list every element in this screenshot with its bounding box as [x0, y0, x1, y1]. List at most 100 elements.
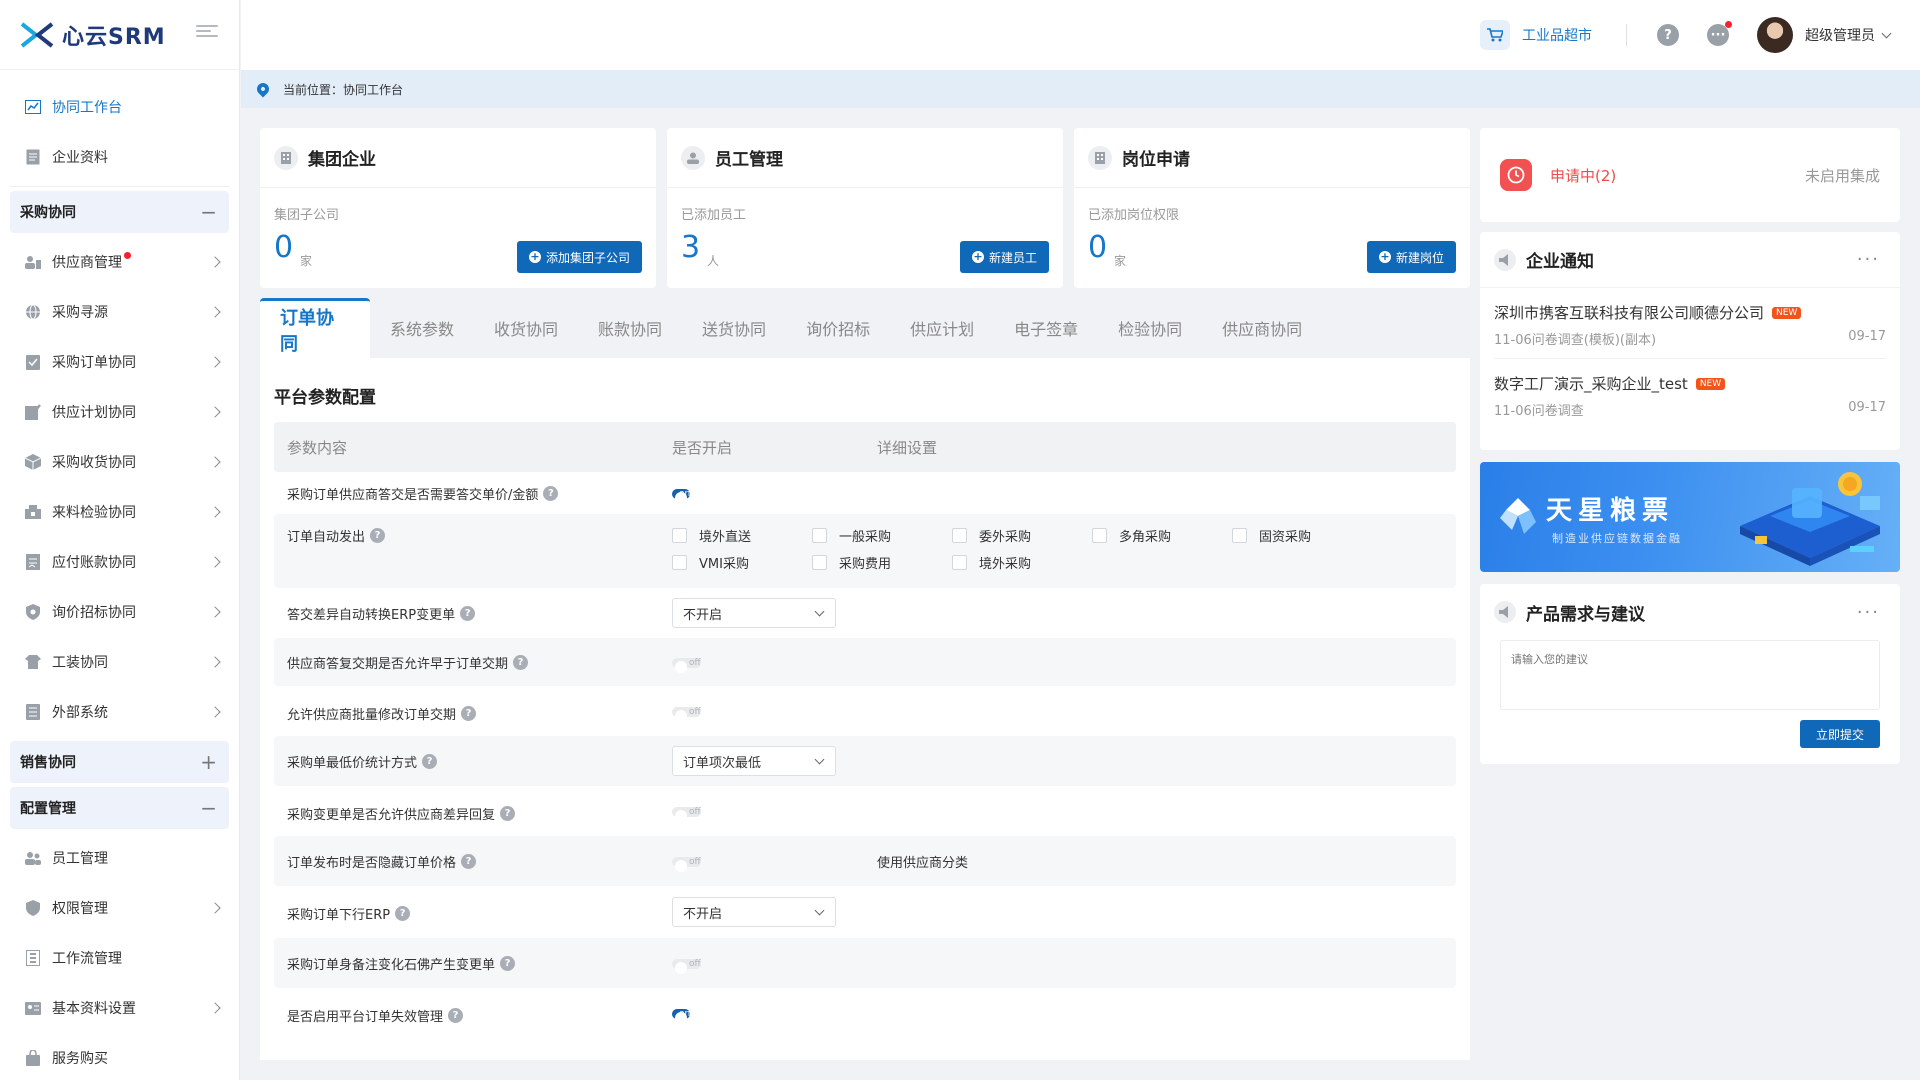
sidebar-item-supplier-management[interactable]: 供应商管理: [0, 237, 239, 287]
add-subsidiary-button[interactable]: + 添加集团子公司: [516, 241, 642, 273]
toggle-switch[interactable]: on: [672, 1009, 691, 1019]
toggle-switch[interactable]: off: [672, 807, 701, 817]
checkbox[interactable]: [952, 555, 967, 570]
checkbox-label: 采购费用: [839, 557, 892, 572]
checkbox[interactable]: [812, 528, 827, 543]
checkbox[interactable]: [812, 555, 827, 570]
tab-accounts[interactable]: 账款协同: [578, 298, 682, 358]
order-erp-select[interactable]: 不开启: [672, 897, 836, 927]
table-row: 采购订单身备注变化石佛产生变更单? off: [274, 938, 1456, 988]
tab-order-collab[interactable]: 订单协同: [260, 298, 370, 358]
param-label: 供应商答复交期是否允许早于订单交期: [287, 657, 509, 672]
sidebar-item-tooling[interactable]: 工装协同: [0, 637, 239, 687]
tab-e-signature[interactable]: 电子签章: [994, 298, 1098, 358]
erp-change-select[interactable]: 不开启: [672, 598, 836, 628]
checkbox-label: 委外采购: [979, 530, 1032, 545]
tab-supply-plan[interactable]: 供应计划: [890, 298, 994, 358]
sidebar-item-receiving[interactable]: 采购收货协同: [0, 437, 239, 487]
avatar[interactable]: [1757, 17, 1793, 53]
checkbox-vmi[interactable]: VMI采购: [672, 553, 812, 572]
checkbox-multi-angle[interactable]: 多角采购: [1092, 526, 1232, 545]
tab-supplier[interactable]: 供应商协同: [1202, 298, 1322, 358]
sidebar-item-label: 应付账款协同: [52, 555, 136, 571]
lowest-price-method-select[interactable]: 订单项次最低: [672, 746, 836, 776]
checkbox-general[interactable]: 一般采购: [812, 526, 952, 545]
checkbox-overseas[interactable]: 境外采购: [952, 553, 1092, 572]
toggle-switch[interactable]: off: [672, 857, 701, 867]
checkbox[interactable]: [672, 555, 687, 570]
detail-supplier-category[interactable]: 使用供应商分类: [877, 852, 968, 871]
group-sales-collab[interactable]: 销售协同 +: [10, 741, 229, 783]
help-icon[interactable]: ?: [395, 906, 411, 921]
sidebar-item-purchase-order[interactable]: 采购订单协同: [0, 337, 239, 387]
card-subtitle: 已添加员工: [681, 208, 747, 223]
help-icon[interactable]: ?: [448, 1008, 464, 1023]
shield-icon: [24, 899, 42, 917]
chevron-down-icon[interactable]: [1881, 28, 1892, 38]
checkbox-purchase-fee[interactable]: 采购费用: [812, 553, 952, 572]
more-icon[interactable]: ···: [1857, 249, 1880, 270]
sidebar-item-company-info[interactable]: 企业资料: [0, 132, 239, 182]
help-icon[interactable]: ?: [370, 528, 386, 543]
new-position-button[interactable]: + 新建岗位: [1366, 241, 1456, 273]
help-icon[interactable]: ?: [513, 655, 529, 670]
help-icon[interactable]: ?: [1657, 24, 1679, 46]
suggestion-input[interactable]: [1500, 640, 1880, 710]
sidebar-item-permission[interactable]: 权限管理: [0, 883, 239, 933]
tab-system-params[interactable]: 系统参数: [370, 298, 474, 358]
tab-receiving[interactable]: 收货协同: [474, 298, 578, 358]
sidebar-item-bidding[interactable]: 询价招标协同: [0, 587, 239, 637]
application-pending-link[interactable]: 申请中(2): [1550, 165, 1805, 186]
sidebar-item-workflow[interactable]: 工作流管理: [0, 933, 239, 983]
sidebar-item-sourcing[interactable]: 采购寻源: [0, 287, 239, 337]
sidebar-item-external-system[interactable]: 外部系统: [0, 687, 239, 737]
toggle-switch[interactable]: on: [672, 489, 691, 499]
checkbox[interactable]: [952, 528, 967, 543]
sidebar-item-employee-management[interactable]: 员工管理: [0, 833, 239, 883]
group-config-management[interactable]: 配置管理 −: [10, 787, 229, 829]
help-icon[interactable]: ?: [543, 486, 559, 501]
help-icon[interactable]: ?: [461, 706, 477, 721]
checkbox-fixed-asset[interactable]: 固资采购: [1232, 526, 1372, 545]
toggle-switch[interactable]: off: [672, 658, 701, 668]
checkbox-overseas-direct[interactable]: 境外直送: [672, 526, 812, 545]
sidebar-item-basic-settings[interactable]: 基本资料设置: [0, 983, 239, 1033]
table-row: 订单发布时是否隐藏订单价格? off 使用供应商分类: [274, 836, 1456, 886]
sidebar-item-service-purchase[interactable]: 服务购买: [0, 1033, 239, 1080]
tab-delivery[interactable]: 送货协同: [682, 298, 786, 358]
toggle-switch[interactable]: off: [672, 959, 701, 969]
help-icon[interactable]: ?: [460, 606, 476, 621]
tianxing-banner[interactable]: 天星粮票 制造业供应链数据金融: [1480, 462, 1900, 572]
sidebar-item-inspection[interactable]: 来料检验协同: [0, 487, 239, 537]
toggle-switch[interactable]: off: [672, 707, 701, 717]
notice-card: 企业通知 ··· 深圳市携客互联科技有限公司顺德分公司 NEW 11-06问卷调查…: [1480, 232, 1900, 450]
help-icon[interactable]: ?: [422, 754, 438, 769]
industrial-market-link[interactable]: 工业品超市: [1480, 20, 1592, 50]
user-name[interactable]: 超级管理员: [1805, 25, 1875, 45]
submit-button[interactable]: 立即提交: [1800, 720, 1880, 748]
message-icon[interactable]: ···: [1707, 21, 1732, 46]
tab-inspection[interactable]: 检验协同: [1098, 298, 1202, 358]
checkbox[interactable]: [672, 528, 687, 543]
help-icon[interactable]: ?: [500, 956, 516, 971]
expand-icon: +: [200, 750, 217, 774]
checkbox-outsourced[interactable]: 委外采购: [952, 526, 1092, 545]
sidebar-item-workbench[interactable]: 协同工作台: [0, 82, 239, 132]
sidebar-item-supply-plan[interactable]: 供应计划协同: [0, 387, 239, 437]
card-title: 集团企业: [308, 150, 376, 170]
notice-item[interactable]: 深圳市携客互联科技有限公司顺德分公司 NEW 11-06问卷调查(模板)(副本) 0…: [1494, 288, 1886, 359]
tab-bidding[interactable]: 询价招标: [786, 298, 890, 358]
new-employee-button[interactable]: + 新建员工: [959, 241, 1049, 273]
menu-collapse-icon[interactable]: [196, 22, 218, 44]
sidebar-item-payables[interactable]: 应付账款协同: [0, 537, 239, 587]
more-icon[interactable]: ···: [1857, 602, 1880, 623]
param-label: 采购订单供应商答交是否需要答交单价/金额: [287, 488, 539, 503]
chevron-right-icon: [209, 356, 221, 368]
sidebar-item-label: 工作流管理: [52, 951, 122, 967]
checkbox[interactable]: [1232, 528, 1247, 543]
help-icon[interactable]: ?: [500, 806, 516, 821]
group-purchase-collab[interactable]: 采购协同 −: [10, 191, 229, 233]
checkbox[interactable]: [1092, 528, 1107, 543]
notice-item[interactable]: 数字工厂演示_采购企业_test NEW 11-06问卷调查 09-17: [1494, 359, 1886, 429]
help-icon[interactable]: ?: [461, 854, 477, 869]
